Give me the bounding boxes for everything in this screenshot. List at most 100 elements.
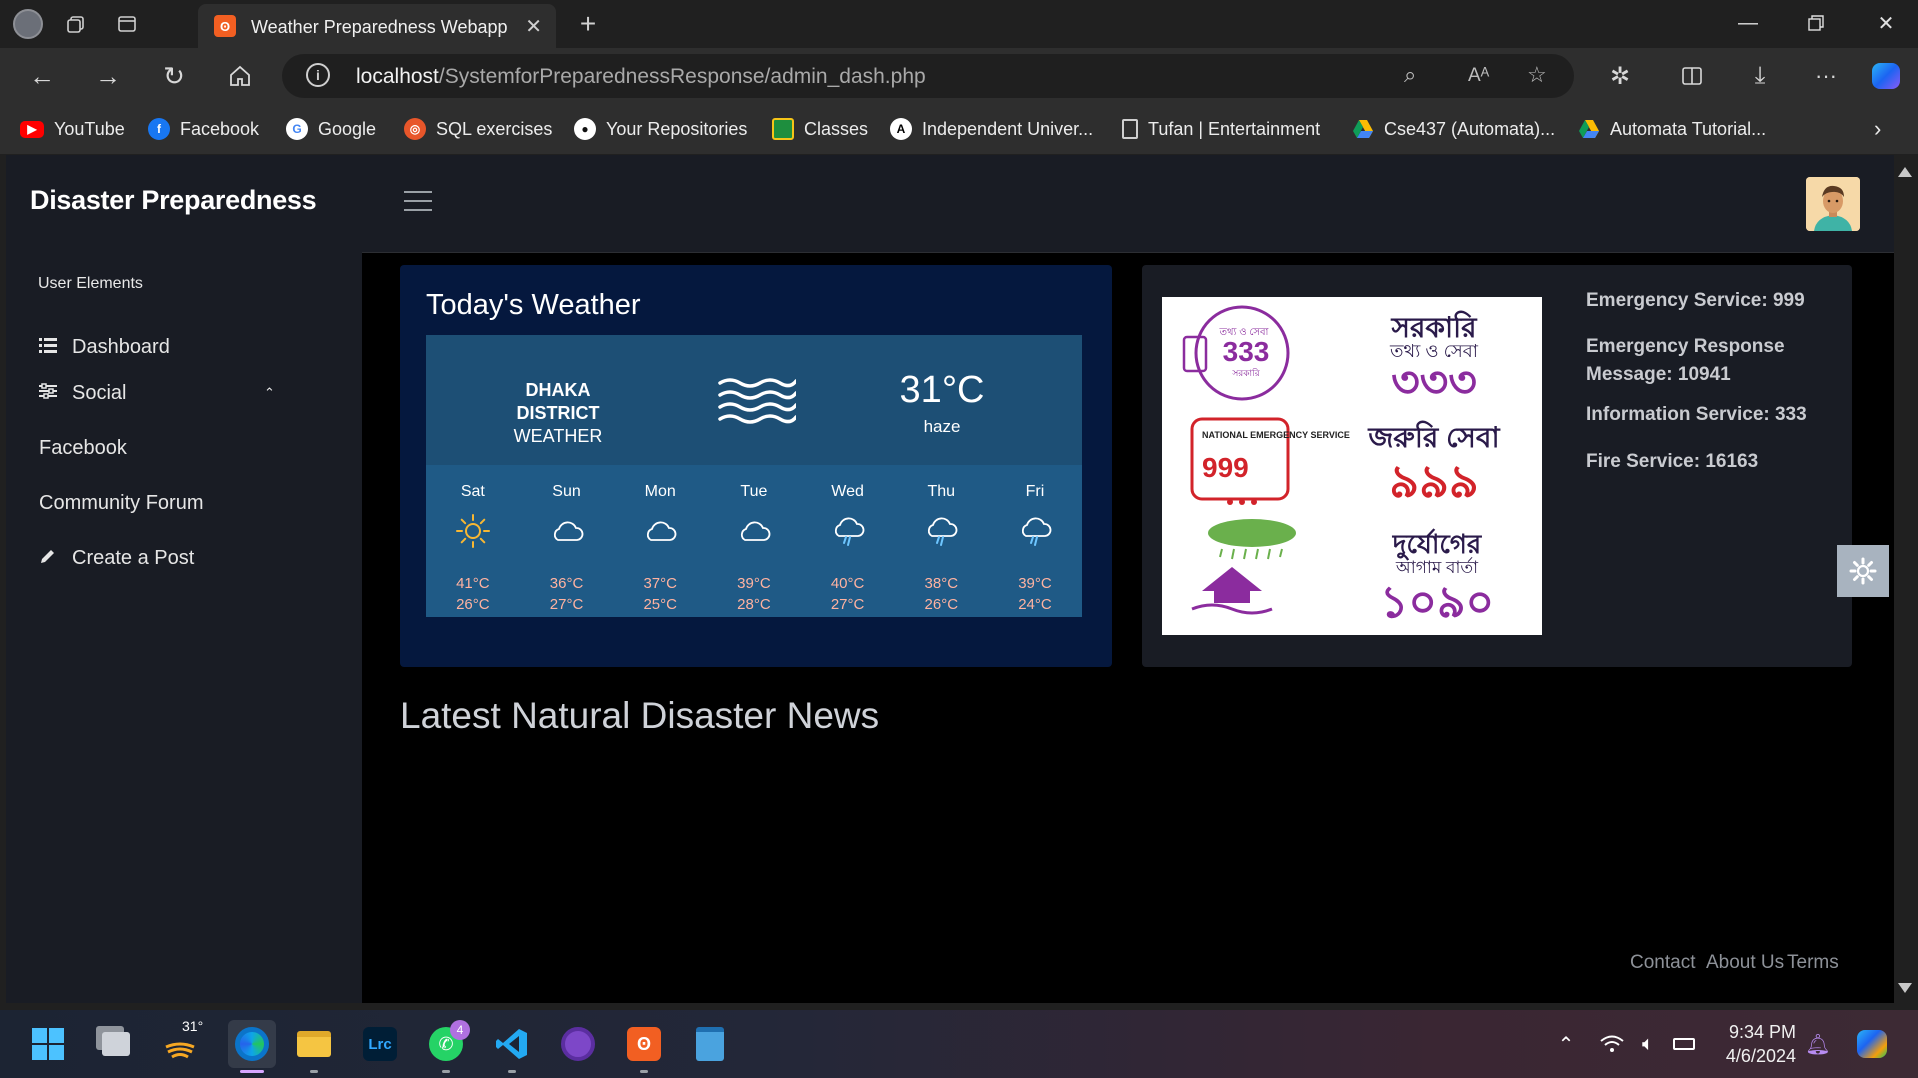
brand-title[interactable]: Disaster Preparedness — [30, 185, 317, 216]
footer-terms-link[interactable]: Terms — [1787, 952, 1839, 974]
bookmark-youtube[interactable]: ▶ YouTube — [20, 116, 125, 142]
back-icon[interactable]: ← — [22, 58, 62, 94]
edge-browser-icon[interactable] — [228, 1020, 276, 1068]
bookmark-automata-tutorial[interactable]: Automata Tutorial... — [1578, 116, 1766, 142]
top-navbar — [362, 155, 1894, 253]
more-menu-icon[interactable]: ··· — [1806, 58, 1846, 94]
sidebar-item-social[interactable]: Social ⌃ — [38, 378, 278, 408]
vscode-icon[interactable] — [492, 1024, 532, 1064]
volume-icon[interactable]: 🔈︎ — [1628, 1024, 1668, 1064]
bookmark-your-repositories[interactable]: ● Your Repositories — [574, 116, 747, 142]
settings-gear-button[interactable] — [1837, 545, 1889, 597]
wifi-icon[interactable] — [1592, 1024, 1632, 1064]
svg-text:দুর্যোগের: দুর্যোগের — [1392, 528, 1483, 561]
sidebar-item-community-forum[interactable]: Community Forum — [39, 488, 203, 518]
site-info-icon[interactable]: i — [306, 63, 330, 87]
weather-district: DHAKA DISTRICT WEATHER — [513, 380, 603, 446]
google-icon: G — [286, 118, 308, 140]
file-explorer-icon[interactable] — [294, 1024, 334, 1064]
hamburger-menu-icon[interactable] — [404, 191, 432, 213]
svg-text:সরকারি: সরকারি — [1390, 310, 1478, 343]
github-desktop-icon[interactable] — [558, 1024, 598, 1064]
start-windows-icon[interactable] — [28, 1024, 68, 1064]
zoom-icon[interactable]: ⌕ — [1404, 62, 1416, 88]
lightroom-icon[interactable]: Lrc — [360, 1024, 400, 1064]
read-aloud-icon[interactable]: Aᴬ — [1468, 65, 1489, 87]
show-hidden-icons-chevron-icon[interactable]: ⌃ — [1546, 1024, 1586, 1064]
bookmark-independent-university[interactable]: A Independent Univer... — [890, 116, 1093, 142]
haze-icon — [716, 375, 798, 430]
forecast-day: Thu 38°C 26°C — [924, 483, 959, 613]
drive-icon — [1352, 118, 1374, 140]
taskbar-date[interactable]: 4/6/2024 — [1676, 1046, 1796, 1067]
current-temperature: 31°C — [899, 369, 985, 411]
home-icon[interactable] — [220, 58, 260, 94]
svg-text:সরকারি: সরকারি — [1231, 368, 1260, 378]
split-screen-icon[interactable] — [1672, 58, 1712, 94]
forward-icon[interactable]: → — [88, 58, 128, 94]
weather-condition: haze — [923, 417, 961, 436]
bookmark-google[interactable]: G Google — [286, 116, 376, 142]
tab-actions-icon[interactable] — [111, 8, 143, 40]
workspaces-icon[interactable] — [60, 8, 92, 40]
tab-weather-preparedness[interactable]: ʘ Weather Preparedness Webapp ✕ — [198, 4, 556, 48]
weather-card: Today's Weather DHAKA DISTRICT WEATHER 3… — [400, 265, 1112, 667]
restore-icon[interactable] — [1786, 6, 1846, 40]
svg-text:জরুরি সেবা: জরুরি সেবা — [1367, 420, 1500, 453]
svg-text:NATIONAL EMERGENCY SERVICE: NATIONAL EMERGENCY SERVICE — [1202, 430, 1350, 440]
svg-text:আগাম বার্তা: আগাম বার্তা — [1395, 557, 1479, 577]
page-scrollbar[interactable] — [1894, 155, 1918, 1003]
sidebar-item-dashboard[interactable]: Dashboard — [38, 332, 170, 362]
bookmark-cse437[interactable]: Cse437 (Automata)... — [1352, 116, 1555, 142]
url-text[interactable]: localhost/SystemforPreparednessResponse/… — [356, 65, 926, 89]
sidebar-item-facebook[interactable]: Facebook — [39, 433, 127, 463]
sidebar-item-label: Facebook — [39, 436, 127, 459]
xampp-taskbar-icon[interactable]: ʘ — [624, 1024, 664, 1064]
sidebar: Disaster Preparedness User Elements Dash… — [6, 155, 362, 1003]
sidebar-item-label: Social — [72, 381, 127, 404]
windows-taskbar: 31° Lrc ✆ 4 ʘ ⌃ 🔈︎ 9:34 PM 4/6/2024 🔔︎ — [0, 1010, 1918, 1078]
youtube-icon: ▶ — [20, 120, 44, 138]
forecast-day: Sat 41°C 26°C — [455, 483, 490, 613]
notepad-icon[interactable] — [690, 1024, 730, 1064]
bookmark-classes[interactable]: Classes — [772, 116, 868, 142]
user-avatar[interactable] — [1806, 177, 1860, 231]
sidebar-item-create-post[interactable]: Create a Post — [38, 543, 194, 573]
emergency-service-line: Emergency Service: 999 — [1586, 290, 1805, 311]
pencil-icon — [38, 547, 58, 570]
scroll-down-arrow-icon[interactable] — [1898, 983, 1912, 993]
active-indicator — [240, 1070, 264, 1073]
footer-contact-link[interactable]: Contact — [1630, 952, 1695, 974]
sidebar-item-label: Community Forum — [39, 491, 204, 514]
task-view-icon[interactable] — [96, 1024, 136, 1064]
bookmark-sql-exercises[interactable]: ◎ SQL exercises — [404, 116, 552, 142]
copilot-icon[interactable] — [1866, 58, 1906, 94]
minimize-icon[interactable]: — — [1718, 6, 1778, 40]
refresh-icon[interactable]: ↻ — [154, 58, 194, 94]
svg-text:৩৩৩: ৩৩৩ — [1391, 358, 1477, 407]
copilot-taskbar-icon[interactable] — [1852, 1024, 1892, 1064]
taskbar-time[interactable]: 9:34 PM — [1676, 1022, 1796, 1043]
running-indicator — [640, 1070, 648, 1073]
close-window-icon[interactable]: ✕ — [1856, 6, 1916, 40]
bookmarks-more-chevron-icon[interactable]: › — [1874, 116, 1881, 142]
bookmark-tufan[interactable]: Tufan | Entertainment — [1122, 116, 1320, 142]
favorite-star-icon[interactable]: ☆ — [1527, 62, 1547, 88]
close-tab-icon[interactable]: ✕ — [525, 14, 542, 39]
university-icon: A — [890, 118, 912, 140]
extensions-icon[interactable]: ✲ — [1600, 58, 1640, 94]
new-tab-icon[interactable]: + — [572, 8, 604, 40]
weather-current: DHAKA DISTRICT WEATHER 31°C haze — [426, 335, 1082, 465]
downloads-icon[interactable]: ⤓ — [1740, 58, 1780, 94]
news-section-title: Latest Natural Disaster News — [400, 695, 880, 736]
bookmark-facebook[interactable]: f Facebook — [148, 116, 259, 142]
profile-avatar[interactable] — [12, 8, 44, 40]
forecast-day: Mon 37°C 25°C — [643, 483, 677, 613]
footer-about-link[interactable]: About Us — [1706, 952, 1784, 974]
running-indicator — [442, 1070, 450, 1073]
notification-bell-icon[interactable]: 🔔︎ — [1798, 1024, 1838, 1064]
sidebar-item-label: Dashboard — [72, 335, 170, 358]
url-field[interactable]: i localhost/SystemforPreparednessRespons… — [282, 54, 1574, 98]
scroll-up-arrow-icon[interactable] — [1898, 167, 1912, 177]
page-icon — [1122, 119, 1138, 139]
